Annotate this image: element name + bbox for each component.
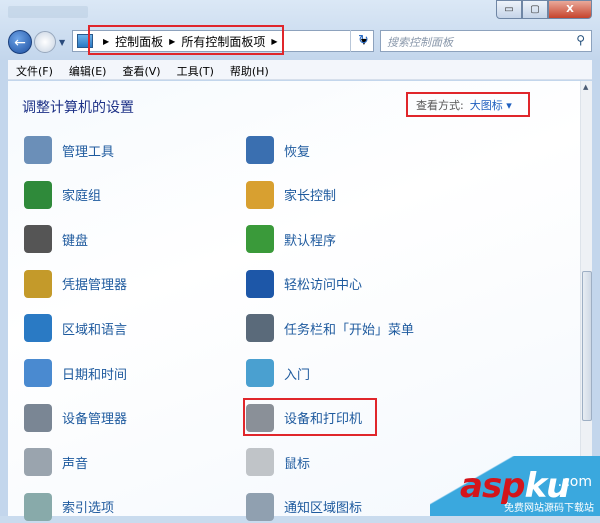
refresh-button[interactable]: ↻ bbox=[350, 30, 376, 52]
default-programs-icon bbox=[246, 225, 274, 254]
menu-view[interactable]: 查看(V) bbox=[114, 60, 168, 79]
menu-file[interactable]: 文件(F) bbox=[8, 60, 61, 79]
control-panel-item[interactable]: 默认程序 bbox=[246, 223, 336, 255]
device-manager-icon bbox=[24, 403, 52, 432]
breadcrumb-all-items[interactable]: 所有控制面板项 bbox=[181, 33, 265, 50]
control-panel-item[interactable]: 入门 bbox=[246, 357, 310, 389]
getting-started-icon bbox=[246, 359, 274, 387]
scroll-up-icon[interactable]: ▲ bbox=[583, 83, 588, 91]
view-by-dropdown[interactable]: 大图标 ▾ bbox=[470, 99, 512, 112]
address-bar[interactable]: ▶ 控制面板 ▶ 所有控制面板项 ▶ ▼ bbox=[72, 30, 374, 52]
devices-printers-icon bbox=[246, 403, 274, 432]
breadcrumb-arrow-icon[interactable]: ▶ bbox=[271, 37, 277, 46]
mouse-icon bbox=[246, 448, 274, 477]
item-label: 鼠标 bbox=[284, 456, 311, 472]
region-language-icon bbox=[24, 314, 52, 343]
breadcrumb-control-panel[interactable]: 控制面板 bbox=[115, 33, 163, 50]
control-panel-item[interactable]: 索引选项 bbox=[24, 491, 114, 523]
homegroup-icon bbox=[24, 180, 52, 209]
recent-pages-dropdown[interactable]: ▼ bbox=[59, 38, 65, 47]
recovery-icon bbox=[246, 136, 274, 164]
control-panel-item[interactable]: 设备和打印机 bbox=[246, 402, 362, 434]
item-label: 区域和语言 bbox=[62, 322, 128, 338]
control-panel-item[interactable]: 家长控制 bbox=[246, 179, 336, 211]
breadcrumb-arrow-icon[interactable]: ▶ bbox=[169, 37, 175, 46]
close-button[interactable]: X bbox=[548, 0, 592, 19]
item-label: 键盘 bbox=[62, 233, 89, 249]
sound-icon bbox=[24, 448, 52, 477]
item-label: 通知区域图标 bbox=[284, 501, 363, 517]
menu-tools[interactable]: 工具(T) bbox=[169, 60, 222, 79]
item-label: 设备和打印机 bbox=[284, 412, 363, 428]
control-panel-icon bbox=[77, 34, 93, 48]
menu-edit[interactable]: 编辑(E) bbox=[61, 60, 115, 79]
window-title bbox=[8, 6, 88, 18]
scrollbar-thumb[interactable] bbox=[582, 271, 592, 421]
breadcrumb-arrow-icon[interactable]: ▶ bbox=[103, 37, 109, 46]
search-icon[interactable]: ⚲ bbox=[576, 33, 585, 47]
maximize-button[interactable]: ▢ bbox=[522, 0, 548, 19]
item-label: 家庭组 bbox=[62, 189, 102, 205]
control-panel-item[interactable]: 键盘 bbox=[24, 223, 88, 255]
control-panel-item[interactable]: 家庭组 bbox=[24, 179, 101, 211]
search-placeholder: 搜索控制面板 bbox=[387, 36, 453, 49]
credential-manager-icon bbox=[24, 269, 52, 298]
control-panel-item[interactable]: 管理工具 bbox=[24, 134, 114, 166]
control-panel-item[interactable]: 鼠标 bbox=[246, 446, 310, 478]
view-by: 查看方式: 大图标 ▾ bbox=[416, 97, 512, 113]
navigation-buttons: ← ▼ bbox=[8, 30, 65, 54]
control-panel-item[interactable]: 声音 bbox=[24, 446, 88, 478]
search-input[interactable]: 搜索控制面板 ⚲ bbox=[380, 30, 592, 52]
watermark-logo: aspku .com 免费网站源码下载站 bbox=[430, 456, 600, 516]
control-panel-item[interactable]: 区域和语言 bbox=[24, 312, 127, 344]
menu-bar: 文件(F) 编辑(E) 查看(V) 工具(T) 帮助(H) bbox=[8, 60, 592, 80]
forward-button[interactable] bbox=[34, 31, 56, 53]
taskbar-icon bbox=[246, 314, 274, 343]
item-label: 默认程序 bbox=[284, 233, 337, 249]
window-controls: ▭ ▢ X bbox=[496, 0, 592, 19]
vertical-scrollbar[interactable]: ▲ bbox=[580, 81, 592, 516]
item-label: 任务栏和「开始」菜单 bbox=[284, 322, 415, 338]
control-panel-item[interactable]: 通知区域图标 bbox=[246, 491, 362, 523]
item-label: 家长控制 bbox=[284, 189, 337, 205]
item-label: 轻松访问中心 bbox=[284, 278, 363, 294]
keyboard-icon bbox=[24, 225, 52, 254]
control-panel-item[interactable]: 轻松访问中心 bbox=[246, 268, 362, 300]
indexing-icon bbox=[24, 492, 52, 521]
control-panel-item[interactable]: 任务栏和「开始」菜单 bbox=[246, 312, 414, 344]
item-label: 索引选项 bbox=[62, 501, 115, 517]
view-by-label: 查看方式: bbox=[416, 99, 464, 112]
back-button[interactable]: ← bbox=[8, 30, 32, 54]
content-pane: 调整计算机的设置 查看方式: 大图标 ▾ 管理工具家庭组键盘凭据管理器区域和语言日… bbox=[8, 81, 580, 521]
parental-controls-icon bbox=[246, 180, 274, 209]
item-label: 设备管理器 bbox=[62, 412, 128, 428]
control-panel-item[interactable]: 恢复 bbox=[246, 134, 310, 166]
notification-icons-icon bbox=[246, 492, 274, 521]
admin-tools-icon bbox=[24, 136, 52, 164]
item-label: 管理工具 bbox=[62, 144, 115, 160]
item-label: 凭据管理器 bbox=[62, 278, 128, 294]
item-label: 恢复 bbox=[284, 144, 311, 160]
control-panel-item[interactable]: 凭据管理器 bbox=[24, 268, 127, 300]
control-panel-item[interactable]: 设备管理器 bbox=[24, 402, 127, 434]
item-label: 入门 bbox=[284, 367, 311, 383]
date-time-icon bbox=[24, 359, 52, 387]
minimize-button[interactable]: ▭ bbox=[496, 0, 522, 19]
item-label: 声音 bbox=[62, 456, 89, 472]
control-panel-item[interactable]: 日期和时间 bbox=[24, 357, 127, 389]
ease-of-access-icon bbox=[246, 269, 274, 298]
item-label: 日期和时间 bbox=[62, 367, 128, 383]
menu-help[interactable]: 帮助(H) bbox=[222, 60, 277, 79]
page-title: 调整计算机的设置 bbox=[22, 100, 134, 116]
